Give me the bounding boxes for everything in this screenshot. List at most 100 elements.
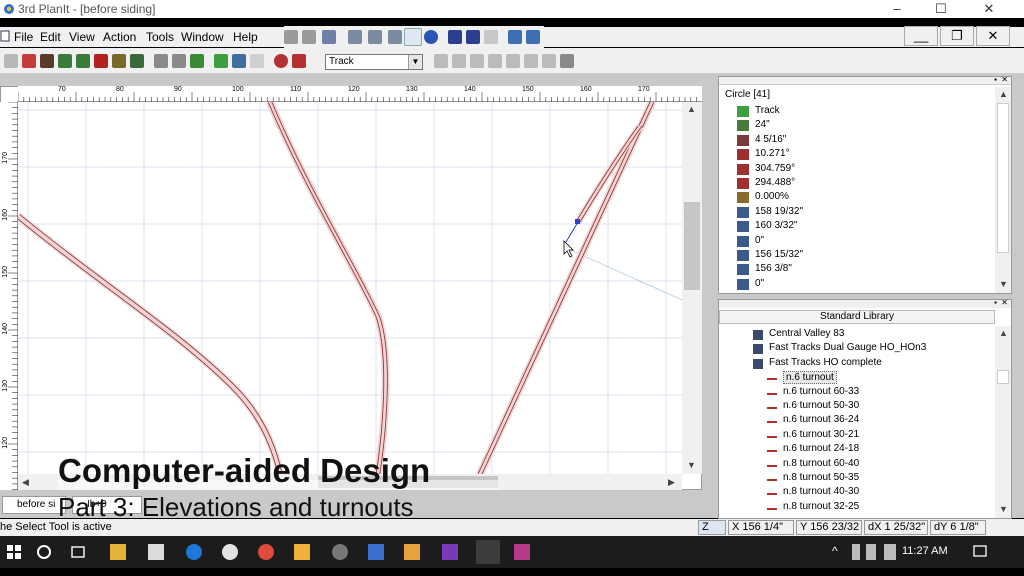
panel-close-icon[interactable]: ✕ [1001,298,1008,307]
properties-scroll-thumb[interactable] [997,103,1009,253]
file-explorer-icon[interactable] [110,544,126,560]
vertical-scrollbar[interactable]: ▲ ▼ [682,102,702,474]
property-row[interactable]: 158 19/32" [719,206,995,220]
structure-icon[interactable] [172,54,186,68]
menu-file[interactable]: File [14,30,33,44]
library-icon[interactable] [232,54,246,68]
mdi-minimize-button[interactable]: __ [904,26,938,46]
turnout-icon[interactable] [94,54,108,68]
scenery-icon[interactable] [190,54,204,68]
menu-help[interactable]: Help [233,30,258,44]
flex-track-icon[interactable] [130,54,144,68]
selection-handle[interactable] [575,219,580,224]
panel-close-icon[interactable]: ✕ [1001,75,1008,84]
connect-icon[interactable] [448,30,462,44]
font-icon[interactable] [524,54,538,68]
group-icon[interactable] [388,30,402,44]
pin-icon[interactable]: ▪ [994,298,997,307]
battery-icon[interactable] [866,544,876,560]
close-button[interactable]: ✕ [966,0,1012,18]
pin-icon[interactable]: ▪ [994,75,997,84]
app-icon-purple[interactable] [514,544,530,560]
property-row[interactable]: 294.488° [719,177,995,191]
text-style-icon[interactable] [542,54,556,68]
planit-active-icon[interactable] [476,540,500,564]
layers-icon[interactable] [214,54,228,68]
windows-start-icon[interactable] [6,544,22,560]
library-scroll-thumb[interactable] [997,370,1009,384]
scroll-up-icon[interactable]: ▲ [999,328,1008,338]
scroll-down-icon[interactable]: ▼ [999,279,1008,289]
itunes-icon[interactable] [222,544,238,560]
minimize-button[interactable]: – [874,0,920,18]
property-row[interactable]: Track [719,105,995,119]
media-icon[interactable] [332,544,348,560]
photos-icon[interactable] [294,544,310,560]
cut-icon[interactable] [284,30,298,44]
property-row[interactable]: 0" [719,235,995,249]
tools-icon[interactable] [292,54,306,68]
design-canvas[interactable] [18,102,682,474]
grid-dots-icon[interactable] [4,54,18,68]
disconnect-icon[interactable] [466,30,480,44]
properties-scrollbar[interactable]: ▲ ▼ [995,87,1011,293]
turnout-diverging-leg[interactable] [574,123,643,224]
scroll-left-icon[interactable]: ◀ [22,477,29,488]
layer-select[interactable]: Track ▼ [325,54,423,70]
print-icon[interactable] [560,54,574,68]
property-row[interactable]: 10.271° [719,148,995,162]
mdi-restore-button[interactable]: ❐ [940,26,974,46]
track-icon[interactable] [58,54,72,68]
align-left-icon[interactable] [434,54,448,68]
align-center-icon[interactable] [452,54,466,68]
menu-action[interactable]: Action [103,30,136,44]
app-icon-orange[interactable] [404,544,420,560]
notification-icon[interactable] [972,544,988,560]
curve-icon[interactable] [76,54,90,68]
menu-window[interactable]: Window [181,30,224,44]
menu-tools[interactable]: Tools [146,30,174,44]
columns-icon[interactable] [488,54,502,68]
select-tool-icon[interactable] [404,28,422,46]
table-icon[interactable] [508,30,522,44]
property-row[interactable]: 156 15/32" [719,249,995,263]
property-row[interactable]: 4 5/16" [719,134,995,148]
mdi-close-button[interactable]: ✕ [976,26,1010,46]
menu-edit[interactable]: Edit [40,30,61,44]
edge-icon[interactable] [186,544,202,560]
grid-snap-icon[interactable] [40,54,54,68]
delete-icon[interactable] [484,30,498,44]
copy-icon[interactable] [302,30,316,44]
edit-icon[interactable] [526,30,540,44]
track-right[interactable] [476,102,656,474]
maximize-button[interactable]: ☐ [918,0,964,18]
scroll-up-icon[interactable]: ▲ [999,89,1008,99]
device-icon[interactable] [852,544,860,560]
pick-icon[interactable] [424,30,438,44]
selected-curve[interactable] [565,221,579,243]
property-row[interactable]: 24" [719,119,995,133]
align-icon[interactable] [348,30,362,44]
property-row[interactable]: 160 3/32" [719,220,995,234]
chevron-up-icon[interactable]: ^ [832,544,838,558]
library-scrollbar[interactable]: ▲ ▼ [995,326,1011,518]
scroll-up-icon[interactable]: ▲ [687,104,696,114]
tab-before-siding[interactable]: before si [2,496,66,514]
chart-icon[interactable] [506,54,520,68]
property-row[interactable]: 304.759° [719,163,995,177]
property-row[interactable]: 0.000% [719,191,995,205]
chrome-icon[interactable] [258,544,274,560]
align-right-icon[interactable] [470,54,484,68]
chevron-down-icon[interactable]: ▼ [408,55,422,69]
grid-icon[interactable] [22,54,36,68]
mail-icon[interactable] [148,544,164,560]
distribute-icon[interactable] [368,30,382,44]
onenote-icon[interactable] [442,544,458,560]
terrain-icon[interactable] [154,54,168,68]
scroll-down-icon[interactable]: ▼ [999,504,1008,514]
volume-icon[interactable] [884,544,896,560]
planit-alt-icon[interactable] [368,544,384,560]
image-icon[interactable] [250,54,264,68]
undo-icon[interactable] [274,54,288,68]
taskbar-clock[interactable]: 11:27 AM [902,545,948,557]
